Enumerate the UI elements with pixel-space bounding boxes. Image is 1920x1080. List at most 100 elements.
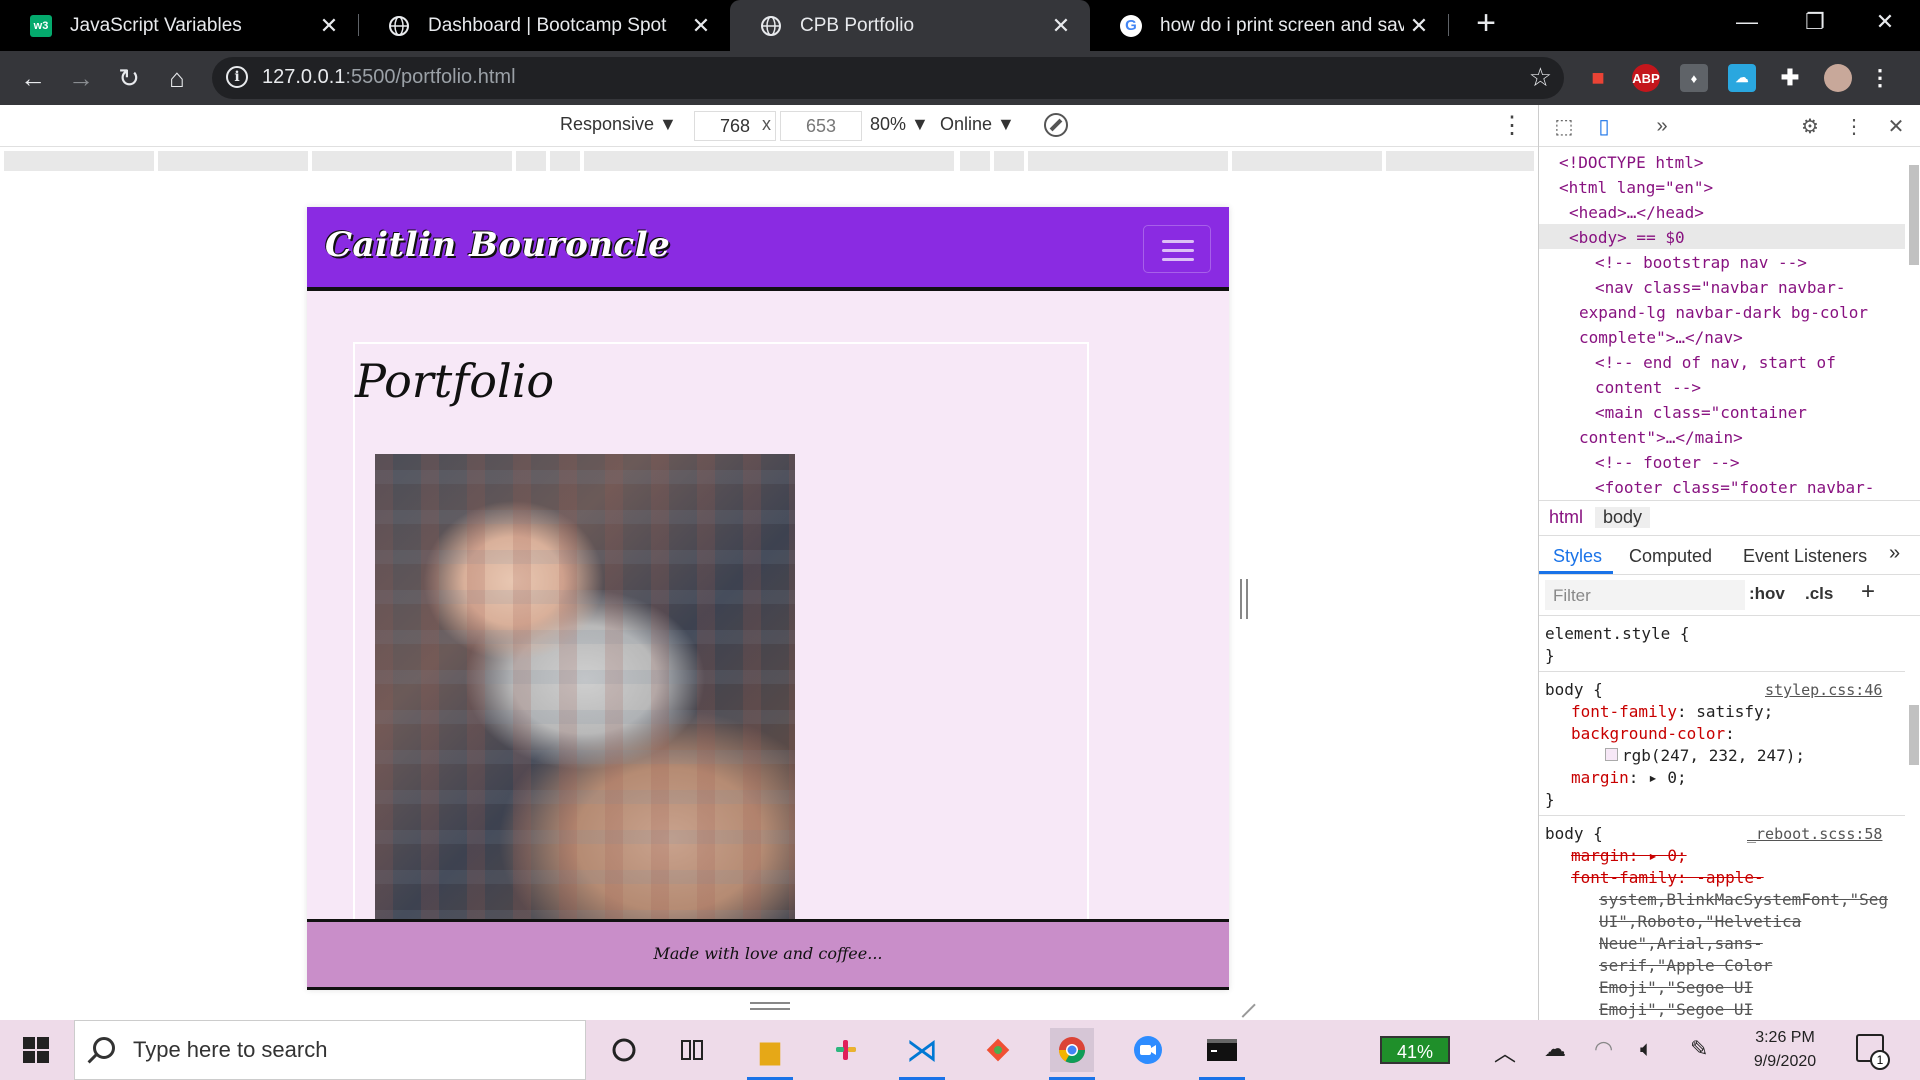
info-icon[interactable]: i bbox=[226, 66, 248, 88]
tab-close-icon[interactable]: ✕ bbox=[1046, 13, 1076, 39]
puzzle-extensions-icon[interactable]: ✚ bbox=[1776, 64, 1804, 92]
show-hidden-icons-icon[interactable]: ︿ bbox=[1494, 1036, 1516, 1068]
breadcrumb-body[interactable]: body bbox=[1595, 507, 1651, 528]
tab-bootcamp-spot[interactable]: Dashboard | Bootcamp Spot ✕ bbox=[358, 0, 730, 51]
tree-line[interactable]: <main class="container bbox=[1595, 400, 1807, 425]
media-query-segment[interactable] bbox=[158, 151, 308, 171]
tree-line[interactable]: <!DOCTYPE html> bbox=[1559, 150, 1704, 175]
tree-line[interactable]: content">…</main> bbox=[1579, 425, 1743, 450]
address-bar[interactable]: i 127.0.0.1:5500/portfolio.html ☆ bbox=[212, 57, 1564, 99]
site-brand[interactable]: Caitlin Bouroncle bbox=[325, 225, 670, 265]
color-swatch[interactable] bbox=[1605, 748, 1618, 761]
rule-source-link[interactable]: _reboot.scss:58 bbox=[1747, 823, 1882, 845]
pen-icon[interactable]: ✎ bbox=[1690, 1036, 1708, 1062]
tab-computed[interactable]: Computed bbox=[1629, 546, 1712, 567]
url-text[interactable]: 127.0.0.1:5500/portfolio.html bbox=[262, 66, 516, 89]
viewport-height-input[interactable]: 653 bbox=[780, 111, 862, 141]
new-style-rule-icon[interactable]: + bbox=[1861, 578, 1875, 606]
media-query-segment[interactable] bbox=[4, 151, 154, 171]
zoom-icon[interactable] bbox=[1126, 1028, 1170, 1072]
devtools-menu-icon[interactable]: ⋮ bbox=[1841, 113, 1867, 139]
styles-filter-input[interactable]: Filter bbox=[1545, 580, 1745, 610]
battery-indicator[interactable]: 41% bbox=[1380, 1036, 1450, 1064]
screencast-extension-icon[interactable]: ■ bbox=[1584, 64, 1612, 92]
media-query-segment[interactable] bbox=[516, 151, 546, 171]
tree-line[interactable]: <!-- bootstrap nav --> bbox=[1595, 250, 1807, 275]
cortana-icon[interactable] bbox=[602, 1028, 646, 1072]
media-query-segment[interactable] bbox=[994, 151, 1024, 171]
system-clock[interactable]: 3:26 PM 9/9/2020 bbox=[1730, 1026, 1840, 1074]
tree-line[interactable]: <!-- footer --> bbox=[1595, 450, 1740, 475]
profile-avatar[interactable] bbox=[1824, 64, 1852, 92]
file-explorer-icon[interactable]: ▆ bbox=[748, 1028, 792, 1072]
start-button[interactable] bbox=[0, 1020, 72, 1080]
tree-line[interactable]: content --> bbox=[1595, 375, 1701, 400]
adblock-extension-icon[interactable]: ABP bbox=[1632, 64, 1660, 92]
cls-toggle[interactable]: .cls bbox=[1805, 584, 1833, 604]
media-query-segment[interactable] bbox=[1386, 151, 1534, 171]
tab-event-listeners[interactable]: Event Listeners bbox=[1743, 546, 1867, 567]
tree-line[interactable]: <footer class="footer navbar- bbox=[1595, 475, 1874, 498]
bookmark-star-icon[interactable]: ☆ bbox=[1529, 62, 1552, 93]
new-tab-button[interactable]: + bbox=[1466, 4, 1506, 43]
terminal-icon[interactable] bbox=[1200, 1028, 1244, 1072]
media-query-segment[interactable] bbox=[960, 151, 990, 171]
resize-handle-corner[interactable] bbox=[1230, 992, 1256, 1018]
navbar-toggler-button[interactable] bbox=[1143, 225, 1211, 273]
rule-source-link[interactable]: stylep.css:46 bbox=[1765, 679, 1882, 701]
more-tabs-icon[interactable]: » bbox=[1649, 113, 1675, 139]
tab-google-search[interactable]: G how do i print screen and save to ✕ bbox=[1090, 0, 1448, 51]
media-query-segment[interactable] bbox=[1028, 151, 1228, 171]
tree-line[interactable]: <head>…</head> bbox=[1569, 200, 1704, 225]
slack-icon[interactable] bbox=[824, 1028, 868, 1072]
style-property[interactable]: margin: ▸ 0; bbox=[1571, 767, 1687, 789]
volume-icon[interactable]: 🔈︎ bbox=[1640, 1036, 1653, 1062]
vscode-icon[interactable]: ⋊ bbox=[900, 1028, 944, 1072]
tab-close-icon[interactable]: ✕ bbox=[1404, 13, 1434, 39]
tab-javascript-variables[interactable]: w3 JavaScript Variables ✕ bbox=[0, 0, 358, 51]
tree-line[interactable]: complete">…</nav> bbox=[1579, 325, 1743, 350]
forward-icon[interactable]: → bbox=[64, 61, 98, 95]
inspect-element-icon[interactable]: ⬚ bbox=[1551, 113, 1577, 139]
minimize-button[interactable]: — bbox=[1718, 0, 1776, 44]
onedrive-cloud-icon[interactable]: ☁ bbox=[1544, 1036, 1566, 1062]
tree-line[interactable]: <!-- end of nav, start of bbox=[1595, 350, 1836, 375]
cloud-extension-icon[interactable]: ☁ bbox=[1728, 64, 1756, 92]
close-window-button[interactable]: ✕ bbox=[1856, 0, 1914, 44]
reload-icon[interactable]: ↻ bbox=[112, 61, 146, 95]
tree-line[interactable]: <nav class="navbar navbar- bbox=[1595, 275, 1845, 300]
more-panels-icon[interactable]: » bbox=[1889, 542, 1900, 565]
resize-handle-right[interactable] bbox=[1240, 579, 1248, 619]
tab-close-icon[interactable]: ✕ bbox=[314, 13, 344, 39]
element-style-selector[interactable]: element.style { bbox=[1545, 623, 1690, 645]
overridden-property[interactable]: margin: ▸ 0; bbox=[1571, 845, 1687, 867]
rule-selector[interactable]: body { bbox=[1545, 823, 1603, 845]
keep-extension-icon[interactable]: ♦ bbox=[1680, 64, 1708, 92]
wifi-icon[interactable]: ◠ bbox=[1594, 1036, 1613, 1062]
git-kraken-icon[interactable] bbox=[976, 1028, 1020, 1072]
style-property[interactable]: background-color: bbox=[1571, 723, 1735, 745]
close-devtools-icon[interactable]: ✕ bbox=[1883, 113, 1909, 139]
zoom-select[interactable]: 80% ▼ bbox=[870, 114, 929, 135]
rule-selector[interactable]: body { bbox=[1545, 679, 1603, 701]
tree-line[interactable]: expand-lg navbar-dark bg-color bbox=[1579, 300, 1868, 325]
tree-line[interactable]: <html lang="en"> bbox=[1559, 175, 1713, 200]
styles-scrollbar[interactable] bbox=[1909, 705, 1919, 765]
breadcrumb-html[interactable]: html bbox=[1549, 507, 1583, 528]
hov-toggle[interactable]: :hov bbox=[1749, 584, 1785, 604]
menu-dots-icon[interactable]: ⋮ bbox=[1866, 64, 1894, 92]
restore-button[interactable]: ❐ bbox=[1786, 0, 1844, 44]
network-throttle-select[interactable]: Online ▼ bbox=[940, 114, 1015, 135]
task-view-icon[interactable] bbox=[672, 1028, 716, 1072]
media-query-segment[interactable] bbox=[312, 151, 512, 171]
style-property-value[interactable]: rgb(247, 232, 247); bbox=[1605, 745, 1805, 767]
style-property[interactable]: font-family: satisfy; bbox=[1571, 701, 1773, 723]
taskbar-search[interactable]: Type here to search bbox=[74, 1020, 586, 1080]
tab-cpb-portfolio[interactable]: CPB Portfolio ✕ bbox=[730, 0, 1090, 51]
settings-gear-icon[interactable]: ⚙ bbox=[1797, 113, 1823, 139]
rotate-icon[interactable] bbox=[1044, 113, 1068, 137]
tree-scrollbar[interactable] bbox=[1909, 165, 1919, 265]
more-options-icon[interactable]: ⋮ bbox=[1500, 111, 1524, 140]
device-mode-select[interactable]: Responsive ▼ bbox=[560, 114, 677, 135]
tree-line-body[interactable]: <body> == $0 bbox=[1569, 225, 1685, 250]
